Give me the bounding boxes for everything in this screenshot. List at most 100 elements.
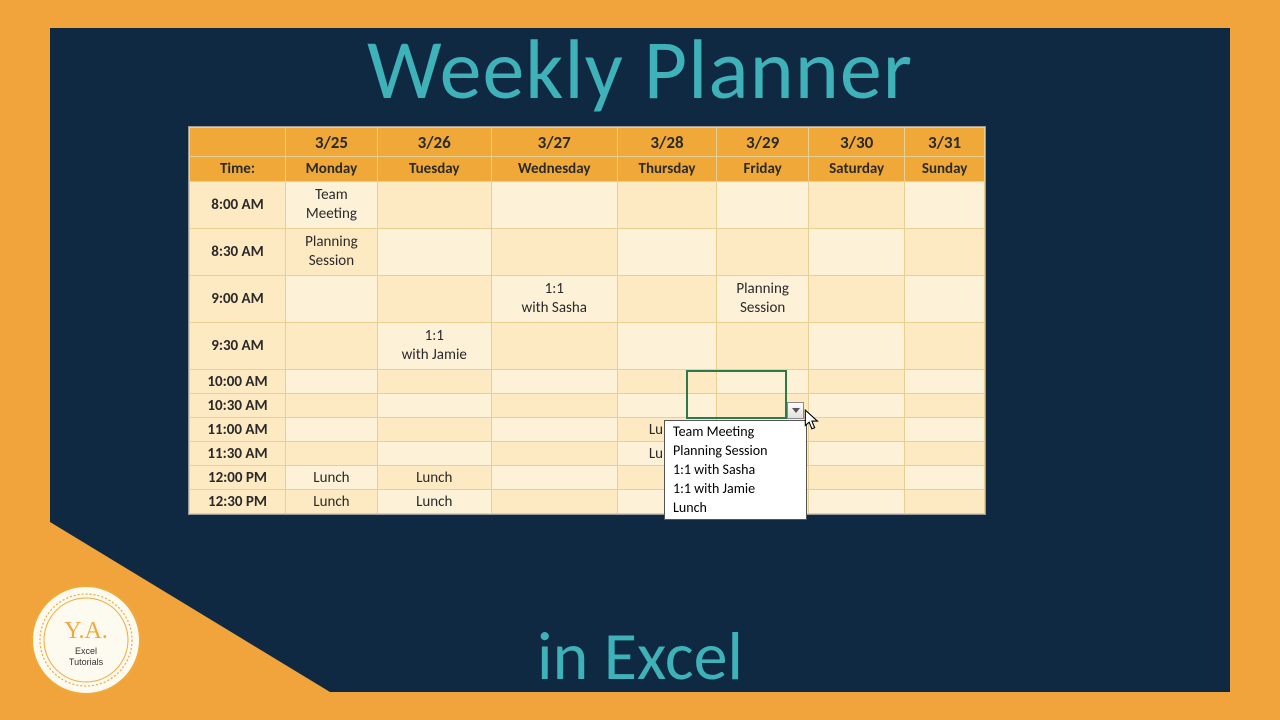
planner-cell[interactable]	[809, 394, 905, 418]
date-2: 3/27	[491, 128, 617, 157]
planner-cell[interactable]	[286, 394, 378, 418]
planner-cell[interactable]	[905, 370, 985, 394]
planner-cell[interactable]	[617, 276, 716, 323]
time-cell: 11:00 AM	[190, 418, 286, 442]
table-row: 11:30 AMLunch	[190, 442, 985, 466]
planner-cell[interactable]	[617, 370, 716, 394]
planner-cell[interactable]	[491, 370, 617, 394]
planner-cell[interactable]	[377, 394, 491, 418]
planner-cell[interactable]: 1:1with Sasha	[491, 276, 617, 323]
time-cell: 12:30 PM	[190, 490, 286, 514]
planner-cell[interactable]	[286, 418, 378, 442]
dropdown-option[interactable]: 1:1 with Sasha	[665, 461, 806, 480]
time-cell: 9:30 AM	[190, 323, 286, 370]
planner-spreadsheet: 3/25 3/26 3/27 3/28 3/29 3/30 3/31 Time:…	[188, 126, 986, 515]
planner-cell[interactable]	[491, 229, 617, 276]
planner-cell[interactable]	[617, 394, 716, 418]
time-cell: 8:00 AM	[190, 182, 286, 229]
planner-cell[interactable]	[377, 229, 491, 276]
time-cell: 10:30 AM	[190, 394, 286, 418]
planner-cell[interactable]	[905, 323, 985, 370]
planner-cell[interactable]	[809, 182, 905, 229]
time-cell: 8:30 AM	[190, 229, 286, 276]
planner-cell[interactable]	[905, 394, 985, 418]
planner-cell[interactable]	[905, 490, 985, 514]
planner-cell[interactable]	[809, 323, 905, 370]
planner-cell[interactable]	[491, 490, 617, 514]
planner-cell[interactable]	[809, 276, 905, 323]
day-1: Tuesday	[377, 157, 491, 182]
dropdown-option[interactable]: Lunch	[665, 499, 806, 518]
time-cell: 10:00 AM	[190, 370, 286, 394]
table-row: 11:00 AMLunch	[190, 418, 985, 442]
validation-dropdown-list[interactable]: Team Meeting Planning Session 1:1 with S…	[664, 420, 807, 520]
planner-cell[interactable]	[717, 182, 809, 229]
planner-cell[interactable]	[905, 276, 985, 323]
planner-cell[interactable]	[377, 418, 491, 442]
time-cell: 9:00 AM	[190, 276, 286, 323]
planner-cell[interactable]	[717, 370, 809, 394]
planner-cell[interactable]	[377, 182, 491, 229]
cursor-icon	[804, 409, 822, 431]
planner-cell[interactable]	[809, 490, 905, 514]
planner-cell[interactable]: PlanningSession	[717, 276, 809, 323]
planner-cell[interactable]	[905, 466, 985, 490]
planner-cell[interactable]	[905, 182, 985, 229]
planner-cell[interactable]	[286, 323, 378, 370]
date-0: 3/25	[286, 128, 378, 157]
header-blank	[190, 128, 286, 157]
planner-cell[interactable]	[717, 229, 809, 276]
planner-cell[interactable]	[809, 466, 905, 490]
planner-cell[interactable]	[491, 323, 617, 370]
planner-cell[interactable]	[905, 442, 985, 466]
planner-cell[interactable]	[377, 370, 491, 394]
day-5: Saturday	[809, 157, 905, 182]
table-row: 9:00 AM 1:1with Sasha PlanningSession	[190, 276, 985, 323]
planner-cell[interactable]	[491, 418, 617, 442]
planner-cell[interactable]	[717, 323, 809, 370]
day-6: Sunday	[905, 157, 985, 182]
planner-cell[interactable]	[377, 276, 491, 323]
planner-cell[interactable]	[286, 442, 378, 466]
planner-cell[interactable]	[617, 229, 716, 276]
date-1: 3/26	[377, 128, 491, 157]
time-cell: 11:30 AM	[190, 442, 286, 466]
table-row: 9:30 AM 1:1with Jamie	[190, 323, 985, 370]
planner-cell[interactable]	[809, 418, 905, 442]
planner-cell[interactable]	[905, 229, 985, 276]
header-dates-row: 3/25 3/26 3/27 3/28 3/29 3/30 3/31	[190, 128, 985, 157]
day-3: Thursday	[617, 157, 716, 182]
planner-cell[interactable]	[905, 418, 985, 442]
planner-cell[interactable]: Lunch	[286, 466, 378, 490]
planner-cell[interactable]	[377, 442, 491, 466]
dropdown-option[interactable]: Team Meeting	[665, 423, 806, 442]
planner-cell[interactable]: 1:1with Jamie	[377, 323, 491, 370]
planner-cell[interactable]	[809, 370, 905, 394]
planner-cell[interactable]	[617, 323, 716, 370]
planner-cell[interactable]: Lunch	[377, 490, 491, 514]
validation-dropdown-button[interactable]	[787, 402, 804, 419]
planner-cell[interactable]	[809, 229, 905, 276]
planner-cell[interactable]	[491, 182, 617, 229]
planner-cell[interactable]: Lunch	[377, 466, 491, 490]
planner-cell[interactable]	[491, 394, 617, 418]
header-days-row: Time: Monday Tuesday Wednesday Thursday …	[190, 157, 985, 182]
thumbnail-frame: Weekly Planner 3/25 3/26 3/27 3/28 3/29 …	[50, 28, 1230, 692]
time-label: Time:	[190, 157, 286, 182]
planner-cell[interactable]	[286, 276, 378, 323]
planner-cell[interactable]: Lunch	[286, 490, 378, 514]
planner-cell[interactable]: TeamMeeting	[286, 182, 378, 229]
dropdown-option[interactable]: 1:1 with Jamie	[665, 480, 806, 499]
planner-cell[interactable]: PlanningSession	[286, 229, 378, 276]
planner-cell[interactable]	[617, 182, 716, 229]
planner-cell[interactable]	[491, 466, 617, 490]
planner-cell[interactable]	[491, 442, 617, 466]
dropdown-option[interactable]: Planning Session	[665, 442, 806, 461]
planner-cell[interactable]	[286, 370, 378, 394]
title-bottom: in Excel	[50, 615, 1230, 692]
logo-sub2: Tutorials	[69, 657, 104, 667]
planner-cell[interactable]	[809, 442, 905, 466]
planner-table: 3/25 3/26 3/27 3/28 3/29 3/30 3/31 Time:…	[189, 127, 985, 514]
date-4: 3/29	[717, 128, 809, 157]
table-row: 10:30 AM	[190, 394, 985, 418]
